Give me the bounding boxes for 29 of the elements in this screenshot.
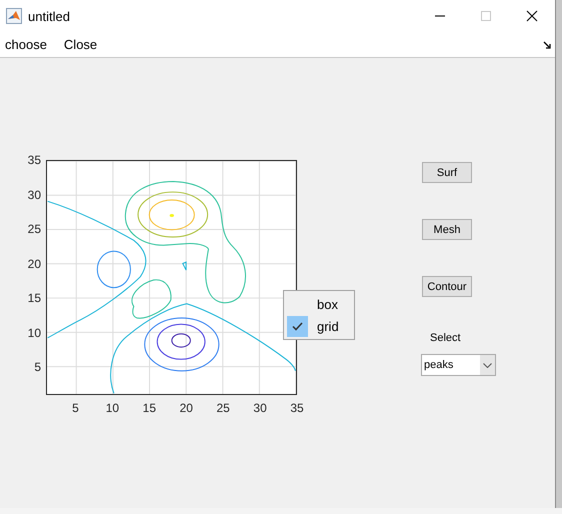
x-tick-label: 30 [252, 401, 268, 415]
window-title: untitled [28, 8, 71, 24]
plot-select[interactable]: peaks [421, 354, 496, 376]
context-menu-item[interactable]: grid [284, 315, 354, 337]
x-tick-label: 10 [104, 401, 120, 415]
x-tick-label: 25 [215, 401, 231, 415]
dock-arrow-icon[interactable] [543, 40, 551, 48]
context-menu-item[interactable]: box [284, 293, 354, 315]
plot-button[interactable]: Surf [422, 162, 472, 183]
chevron-down-icon [483, 362, 492, 368]
x-tick-label: 35 [289, 401, 305, 415]
app-logo-icon [6, 8, 22, 24]
select-label: Select [430, 332, 461, 344]
check-icon [292, 322, 303, 330]
y-tick-label: 25 [28, 222, 41, 236]
x-tick-label: 20 [178, 401, 194, 415]
y-tick-label: 35 [28, 153, 41, 167]
menu-item[interactable]: choose [5, 37, 47, 52]
plot-button[interactable]: Mesh [422, 219, 472, 240]
y-tick-label: 20 [28, 256, 41, 271]
plot-button[interactable]: Contour [422, 276, 472, 297]
y-tick-label: 5 [34, 360, 41, 374]
menu-item[interactable]: Close [64, 37, 98, 52]
y-tick-label: 30 [28, 188, 41, 202]
y-tick-label: 15 [28, 291, 41, 306]
y-tick-label: 10 [28, 326, 41, 340]
x-tick-label: 5 [71, 401, 80, 415]
close-icon[interactable] [526, 10, 538, 22]
x-tick-label: 15 [142, 401, 158, 415]
